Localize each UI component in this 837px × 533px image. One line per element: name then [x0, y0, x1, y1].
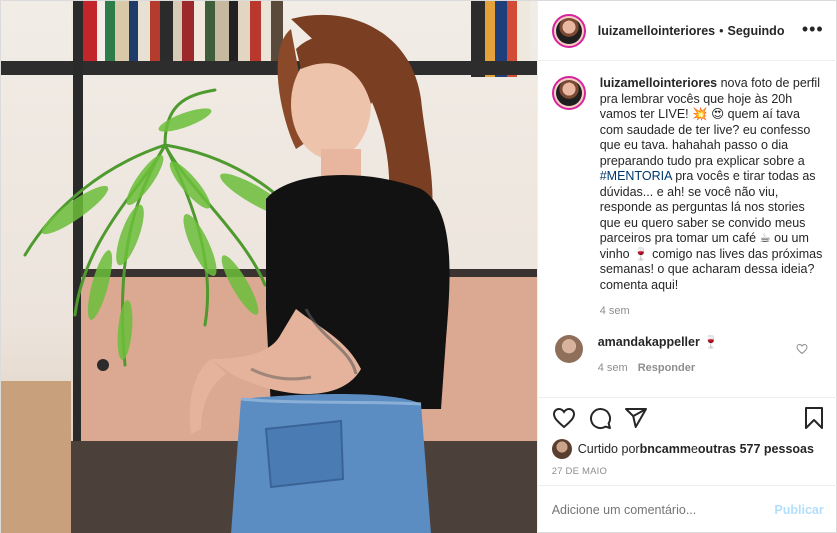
person-figure [189, 14, 450, 533]
post-header: luizamellointeriores • Seguindo ••• [537, 1, 837, 61]
caption-avatar[interactable] [551, 76, 586, 110]
liker-avatar[interactable] [551, 439, 572, 459]
comment-time[interactable]: 4 sem [598, 362, 628, 374]
save-icon[interactable] [802, 406, 826, 430]
commenter-avatar[interactable] [554, 335, 583, 363]
action-bar [537, 397, 837, 437]
post-caption: luizamellointeriores nova foto de perfil… [551, 76, 824, 293]
comment-text: 🍷 [699, 335, 719, 349]
share-icon[interactable] [624, 406, 648, 430]
comment-item: amandakappeller 🍷 4 sem Responder [552, 335, 824, 374]
heart-icon[interactable] [552, 406, 576, 430]
likes-others-link[interactable]: outras 577 pessoas [698, 442, 814, 456]
likes-middle: e [690, 442, 698, 456]
publish-button[interactable]: Publicar [774, 503, 823, 517]
header-separator: • [719, 23, 724, 38]
author-avatar[interactable] [551, 13, 586, 48]
post-photo[interactable] [1, 1, 537, 533]
comment-like-icon[interactable] [796, 343, 808, 355]
ellipsis-icon[interactable]: ••• [802, 19, 824, 40]
caption-body-2: pra vocês e tirar todas as dúvidas... e … [599, 169, 823, 292]
hashtag-link[interactable]: #MENTORIA [600, 169, 672, 183]
comment-icon[interactable] [588, 406, 612, 430]
following-button[interactable]: Seguindo [728, 24, 785, 38]
caption-text: luizamellointeriores nova foto de perfil… [600, 76, 824, 293]
caption-username[interactable]: luizamellointeriores [600, 76, 717, 90]
comments-section[interactable]: luizamellointeriores nova foto de perfil… [538, 62, 837, 397]
likes-summary: Curtido por bncamm e outras 577 pessoas [551, 439, 814, 459]
liker-username[interactable]: bncamm [640, 442, 691, 456]
instagram-post: luizamellointeriores • Seguindo ••• luiz… [0, 0, 837, 533]
reply-button[interactable]: Responder [638, 362, 695, 374]
likes-prefix: Curtido por [577, 442, 640, 456]
add-comment-bar: Publicar [537, 485, 837, 533]
photo-desk [1, 381, 71, 533]
caption-time[interactable]: 4 sem [600, 305, 824, 317]
post-date[interactable]: 27 DE MAIO [552, 466, 607, 477]
comment-username[interactable]: amandakappeller [598, 335, 700, 349]
add-comment-input[interactable] [551, 503, 775, 517]
post-side-panel: luizamellointeriores • Seguindo ••• luiz… [536, 1, 837, 533]
author-username[interactable]: luizamellointeriores [598, 24, 715, 38]
